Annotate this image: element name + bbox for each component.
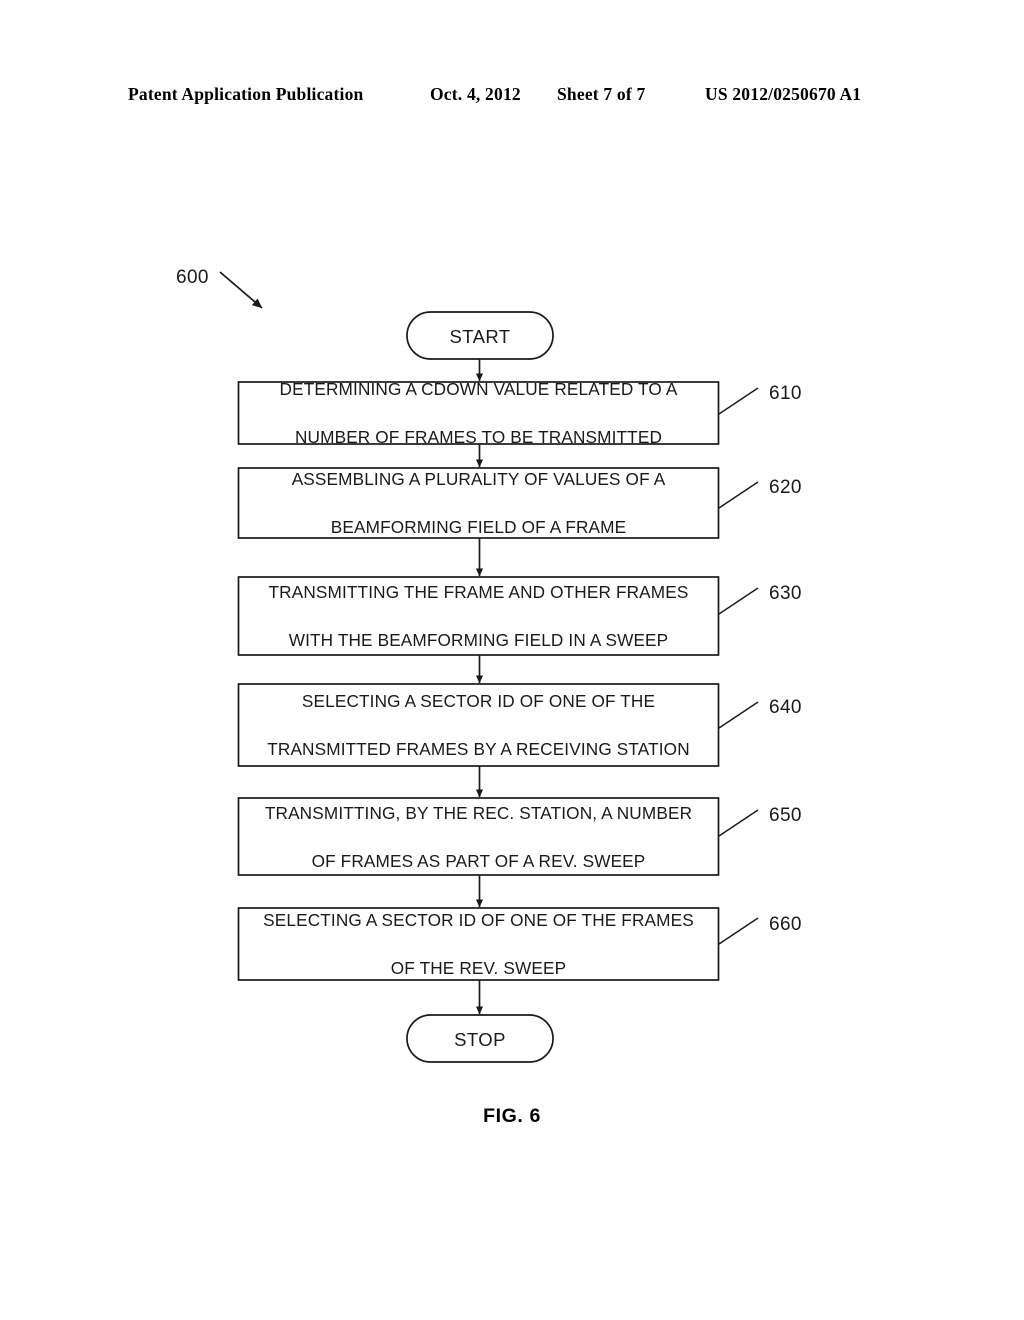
- ref-leader-630: [718, 587, 759, 615]
- flowchart-figure: 600 START STOP DETERMINING A CDOWN VALUE…: [0, 0, 1024, 1320]
- diagram-id-label: 600: [176, 267, 209, 288]
- ref-leader-610: [718, 387, 759, 415]
- diagram-id-leader-arrow: [219, 271, 263, 309]
- ref-leader-660: [718, 917, 759, 945]
- ref-leader-620: [718, 481, 759, 509]
- ref-leader-650: [718, 809, 759, 837]
- step-box-660-shape: [237, 907, 720, 981]
- stop-node-shape: [406, 1014, 554, 1063]
- step-box-630-shape: [237, 576, 720, 656]
- figure-caption: FIG. 6: [483, 1105, 541, 1127]
- step-box-610-shape: [237, 381, 720, 445]
- start-node-shape: [406, 311, 554, 360]
- step-box-620-shape: [237, 467, 720, 539]
- step-box-640-shape: [237, 683, 720, 767]
- ref-leader-640: [718, 701, 759, 729]
- step-box-650-shape: [237, 797, 720, 876]
